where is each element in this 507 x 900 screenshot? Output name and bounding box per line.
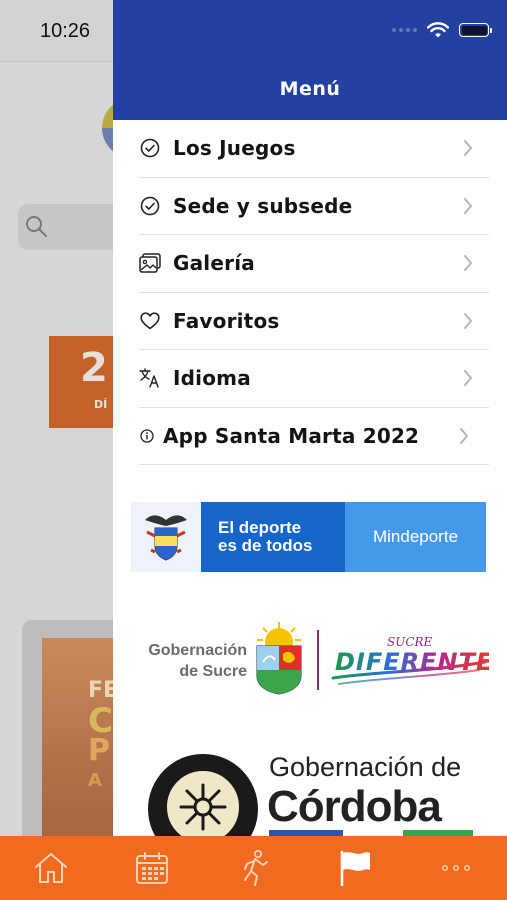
menu-item-favoritos[interactable]: Favoritos [139, 293, 489, 350]
menu-item-label: App Santa Marta 2022 [163, 423, 420, 448]
info-circle-icon [139, 425, 155, 447]
cordoba-line1: Gobernación de [269, 752, 462, 782]
battery-icon [459, 23, 492, 37]
chevron-right-icon [464, 140, 472, 157]
countdown-unit: DÍ [94, 398, 108, 411]
tab-home[interactable] [0, 836, 101, 900]
drawer-title: Menú [279, 78, 341, 100]
wifi-icon [427, 22, 449, 38]
chevron-right-icon [460, 427, 468, 444]
menu-item-label: Galería [173, 251, 255, 276]
gobernacion-sucre-logo[interactable]: Gobernación de Sucre SUCRE DIFERENTE [129, 620, 489, 700]
menu-item-idioma[interactable]: Idioma [139, 350, 489, 408]
gallery-icon [139, 252, 161, 274]
tab-sports[interactable] [203, 836, 304, 900]
menu-item-label: Idioma [173, 366, 251, 391]
translate-icon [139, 367, 161, 389]
chevron-right-icon [464, 255, 472, 272]
tab-calendar[interactable] [101, 836, 202, 900]
sucre-diferente-logo: SUCRE DIFERENTE [331, 635, 489, 685]
chevron-right-icon [464, 312, 472, 329]
sucre-shield-icon [256, 622, 302, 695]
flag-icon [340, 850, 370, 886]
check-circle-icon [139, 195, 161, 217]
menu-item-los-juegos[interactable]: Los Juegos [139, 120, 489, 178]
sucre-line: de Sucre [179, 663, 247, 680]
cellular-signal-icon [392, 28, 417, 32]
tab-bar [0, 836, 507, 900]
tab-flag[interactable] [304, 836, 405, 900]
colombia-coat-of-arms-icon [131, 502, 201, 572]
more-icon [442, 865, 471, 871]
chevron-right-icon [464, 370, 472, 387]
menu-list: Los Juegos Sede y subsede Galería Favori… [139, 120, 489, 465]
tab-more[interactable] [406, 836, 507, 900]
menu-item-sede-subsede[interactable]: Sede y subsede [139, 178, 489, 235]
mindeporte-slogan: El deporte es de todos [201, 502, 345, 572]
calendar-icon [136, 852, 169, 884]
status-indicators [392, 22, 492, 38]
mindeporte-name: Mindeporte [345, 502, 486, 572]
sucre-brand-top: SUCRE [387, 635, 433, 649]
menu-item-label: Favoritos [173, 308, 280, 333]
search-icon [26, 216, 47, 237]
cordoba-line2: Córdoba [267, 782, 442, 831]
check-circle-icon [139, 137, 161, 159]
menu-item-label: Sede y subsede [173, 193, 353, 218]
side-menu-drawer: Menú Los Juegos Sede y subsede Galería F… [113, 0, 507, 900]
chevron-right-icon [464, 197, 472, 214]
heart-icon [139, 310, 161, 332]
mindeporte-banner[interactable]: El deporte es de todos Mindeporte [131, 502, 486, 572]
drawer-header: Menú [113, 0, 507, 120]
runner-icon [243, 849, 268, 886]
slogan-line: El deporte [218, 518, 302, 537]
status-time: 10:26 [40, 20, 91, 42]
menu-item-app-santa-marta[interactable]: App Santa Marta 2022 [139, 408, 489, 465]
sucre-text: Gobernación de Sucre [129, 640, 247, 682]
countdown-number: 2 [80, 345, 108, 391]
menu-item-galeria[interactable]: Galería [139, 235, 489, 293]
logo-divider [317, 630, 319, 690]
slogan-line: es de todos [218, 536, 313, 555]
menu-item-label: Los Juegos [173, 136, 296, 161]
cordoba-seal-inner [163, 767, 243, 847]
home-icon [34, 853, 67, 883]
sucre-line: Gobernación [148, 642, 247, 659]
